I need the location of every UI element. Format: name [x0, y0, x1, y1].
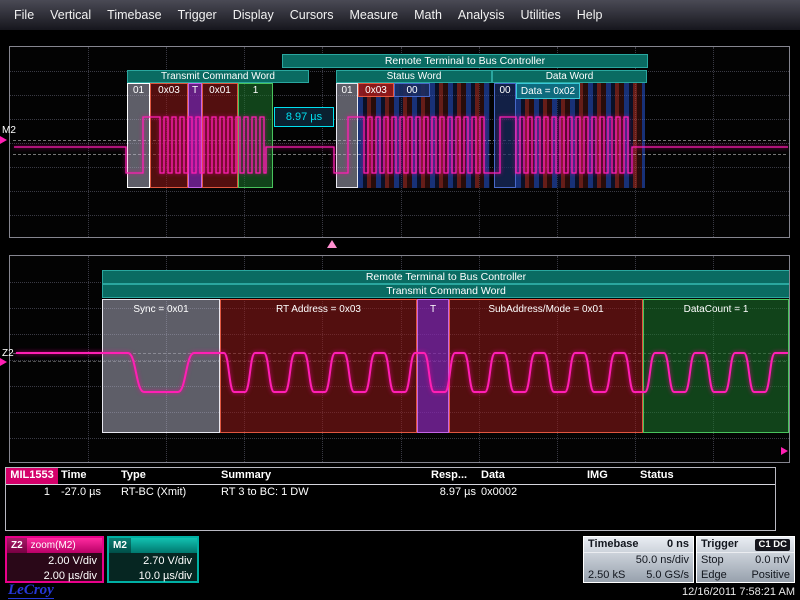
- oscilloscope-screen: File Vertical Timebase Trigger Display C…: [0, 0, 800, 600]
- menu-trigger[interactable]: Trigger: [170, 8, 225, 22]
- column-header-resp[interactable]: Resp...: [428, 468, 478, 484]
- timebase-samples: 2.50 kS: [588, 568, 625, 583]
- timebase-offset: 0 ns: [667, 537, 689, 552]
- cell-img: [584, 485, 637, 500]
- column-header-img[interactable]: IMG: [584, 468, 637, 484]
- menu-help[interactable]: Help: [569, 8, 611, 22]
- cell-status: [637, 485, 775, 500]
- trigger-position-marker-icon[interactable]: [327, 240, 337, 248]
- m2-vdiv: 2.70 V/div: [109, 553, 197, 568]
- z2-tdiv: 2.00 µs/div: [7, 568, 102, 583]
- menu-timebase[interactable]: Timebase: [99, 8, 169, 22]
- response-time-readout: 8.97 µs: [274, 107, 334, 127]
- m2-descriptor-box[interactable]: M2 2.70 V/div 10.0 µs/div: [107, 536, 199, 583]
- cell-index: 1: [6, 485, 58, 500]
- cell-summary: RT 3 to BC: 1 DW: [218, 485, 428, 500]
- menu-measure[interactable]: Measure: [341, 8, 406, 22]
- cell-data: 0x0002: [478, 485, 584, 500]
- timebase-descriptor-box[interactable]: Timebase 0 ns 50.0 ns/div 2.50 kS 5.0 GS…: [583, 536, 694, 583]
- zoom-word-title: Transmit Command Word: [102, 284, 790, 298]
- z2-title: zoom(M2): [31, 540, 76, 551]
- trigger-title: Trigger: [701, 537, 738, 552]
- menu-utilities[interactable]: Utilities: [512, 8, 568, 22]
- menu-display[interactable]: Display: [225, 8, 282, 22]
- lecroy-logo: LeCroy: [8, 583, 54, 599]
- column-header-type[interactable]: Type: [118, 468, 218, 484]
- cell-time: -27.0 µs: [58, 485, 118, 500]
- menu-vertical[interactable]: Vertical: [42, 8, 99, 22]
- menu-file[interactable]: File: [6, 8, 42, 22]
- menu-bar: File Vertical Timebase Trigger Display C…: [0, 0, 800, 30]
- timebase-title: Timebase: [588, 537, 639, 552]
- column-header-status[interactable]: Status: [637, 468, 775, 484]
- trace-continue-arrow-icon: [781, 447, 788, 455]
- group-header-data-word: Data Word: [492, 70, 647, 83]
- cell-type: RT-BC (Xmit): [118, 485, 218, 500]
- bus-protocol-badge[interactable]: MIL1553: [6, 468, 58, 484]
- z2-vdiv: 2.00 V/div: [7, 553, 102, 568]
- zoom-bus-title: Remote Terminal to Bus Controller: [102, 270, 790, 284]
- menu-math[interactable]: Math: [406, 8, 450, 22]
- column-header-time[interactable]: Time: [58, 468, 118, 484]
- column-header-data[interactable]: Data: [478, 468, 584, 484]
- datetime-readout: 12/16/2011 7:58:21 AM: [682, 586, 795, 598]
- timebase-rate: 5.0 GS/s: [646, 568, 689, 583]
- menu-cursors[interactable]: Cursors: [282, 8, 342, 22]
- m2-badge: M2: [109, 538, 131, 553]
- m2-channel-label[interactable]: M2: [2, 125, 16, 136]
- decode-table-header: MIL1553 Time Type Summary Resp... Data I…: [6, 468, 775, 485]
- m2-tdiv: 10.0 µs/div: [109, 568, 197, 583]
- trigger-slope: Positive: [751, 568, 790, 583]
- trigger-mode: Stop: [701, 553, 724, 568]
- menu-analysis[interactable]: Analysis: [450, 8, 513, 22]
- timebase-tdiv: 50.0 ns/div: [636, 553, 689, 568]
- group-header-status-word: Status Word: [336, 70, 492, 83]
- zoom-waveform-panel: Remote Terminal to Bus Controller Transm…: [9, 255, 790, 463]
- group-header-transmit-command-word: Transmit Command Word: [127, 70, 309, 83]
- m2-trace-indicator-icon[interactable]: [0, 136, 7, 144]
- main-waveform-panel: Transmit Command Word 01 0x03 T 0x01 1 S…: [9, 46, 790, 238]
- z2-badge: Z2: [7, 538, 27, 553]
- cell-resp: 8.97 µs: [428, 485, 478, 500]
- decode-table: MIL1553 Time Type Summary Resp... Data I…: [5, 467, 776, 531]
- trigger-source-badge: C1 DC: [755, 539, 790, 551]
- z2-trace-indicator-icon[interactable]: [0, 358, 7, 366]
- z2-descriptor-box[interactable]: Z2 zoom(M2) 2.00 V/div 2.00 µs/div: [5, 536, 104, 583]
- bus-decode-title: Remote Terminal to Bus Controller: [282, 54, 648, 68]
- trigger-descriptor-box[interactable]: Trigger C1 DC Stop 0.0 mV Edge Positive: [696, 536, 795, 583]
- trigger-type: Edge: [701, 568, 727, 583]
- trigger-level: 0.0 mV: [755, 553, 790, 568]
- column-header-summary[interactable]: Summary: [218, 468, 428, 484]
- table-row[interactable]: 1 -27.0 µs RT-BC (Xmit) RT 3 to BC: 1 DW…: [6, 485, 775, 500]
